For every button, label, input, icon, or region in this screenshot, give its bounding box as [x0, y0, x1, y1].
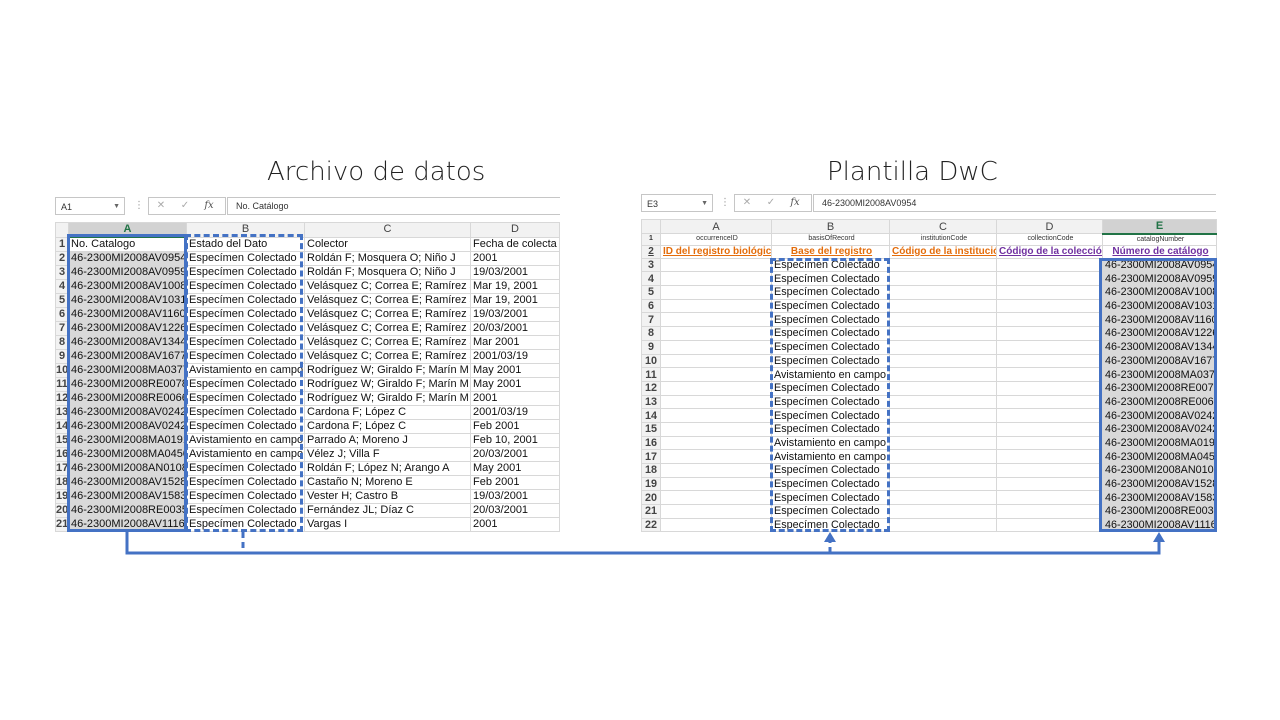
basis-arrowhead [824, 532, 836, 542]
catalog-arrowhead [1153, 532, 1165, 542]
mapping-arrows [125, 532, 1165, 555]
catalog-mapping-line [125, 532, 1161, 555]
